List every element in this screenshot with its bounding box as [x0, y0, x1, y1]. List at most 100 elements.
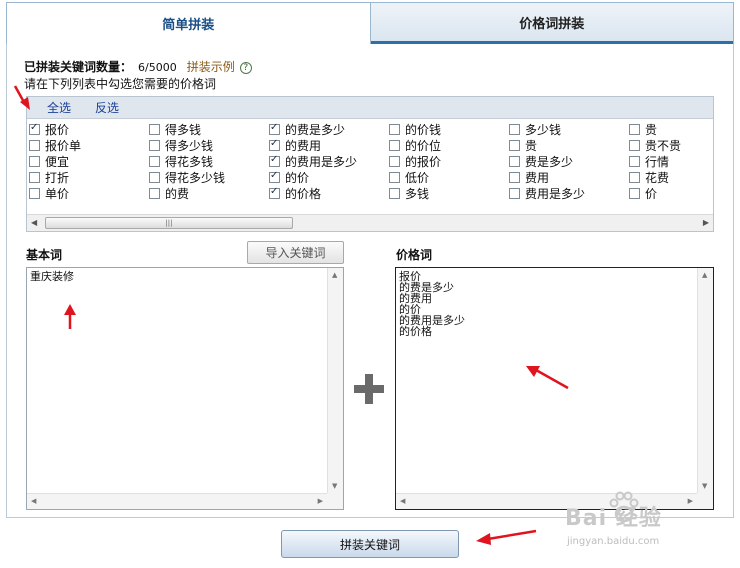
checkbox-unchecked[interactable] [509, 123, 520, 135]
checkbox-label: 的费用 [285, 138, 322, 153]
checkbox-unchecked[interactable] [389, 123, 400, 135]
price-word-checkbox-item[interactable]: 贵 [509, 137, 537, 153]
base-words-horizontal-scrollbar[interactable]: ◀ ▶ [27, 493, 327, 509]
price-word-checkbox-item[interactable]: 的费用是多少 [269, 153, 357, 169]
price-word-checkbox-item[interactable]: 的价格 [269, 185, 321, 201]
base-words-vertical-scrollbar[interactable]: ▲ ▼ [327, 268, 343, 493]
price-word-checkbox-item[interactable]: 行情 [629, 153, 669, 169]
checkbox-unchecked[interactable] [389, 155, 400, 167]
import-keywords-button[interactable]: 导入关键词 [247, 241, 344, 264]
scroll-down-icon[interactable]: ▼ [332, 482, 337, 490]
assembly-example-link[interactable]: 拼装示例 [187, 60, 235, 74]
checkbox-unchecked[interactable] [509, 171, 520, 183]
price-word-checkbox-item[interactable]: 的价位 [389, 137, 441, 153]
scroll-right-icon[interactable]: ▶ [703, 218, 709, 227]
invert-selection-link[interactable]: 反选 [95, 99, 119, 116]
instruction-text: 请在下列列表中勾选您需要的价格词 [24, 77, 217, 91]
checkbox-checked[interactable] [29, 122, 40, 135]
price-word-checkbox-item[interactable]: 打折 [29, 169, 69, 185]
price-word-checkbox-item[interactable]: 的报价 [389, 153, 441, 169]
price-word-checkbox-item[interactable]: 便宜 [29, 153, 69, 169]
checkbox-checked[interactable] [269, 186, 280, 199]
scrollbar-thumb[interactable]: ||| [45, 217, 293, 229]
checkbox-unchecked[interactable] [629, 171, 640, 183]
list-horizontal-scrollbar[interactable]: ◀ ||| ▶ [27, 214, 713, 231]
price-word-checkbox-item[interactable]: 多钱 [389, 185, 429, 201]
price-word-checkbox-item[interactable]: 价 [629, 185, 657, 201]
scroll-left-icon[interactable]: ◀ [31, 218, 37, 227]
select-all-link[interactable]: 全选 [47, 99, 71, 116]
tab-price-word-assembly[interactable]: 价格词拼装 [370, 3, 733, 44]
checkbox-unchecked[interactable] [29, 187, 40, 199]
price-word-checkbox-item[interactable]: 多少钱 [509, 121, 561, 137]
list-header: 全选 反选 [27, 97, 713, 119]
checkbox-unchecked[interactable] [629, 123, 640, 135]
checkbox-label: 行情 [645, 154, 670, 169]
keyword-count-label: 已拼装关键词数量： [24, 60, 133, 74]
checkbox-checked[interactable] [269, 154, 280, 167]
price-word-checkbox-item[interactable]: 得花多钱 [149, 153, 213, 169]
price-word-checkbox-item[interactable]: 的费是多少 [269, 121, 345, 137]
checkbox-label: 价 [645, 186, 658, 201]
checkbox-checked[interactable] [269, 170, 280, 183]
price-word-checkbox-item[interactable]: 的价钱 [389, 121, 441, 137]
checkbox-unchecked[interactable] [149, 155, 160, 167]
checkbox-unchecked[interactable] [29, 171, 40, 183]
checkbox-unchecked[interactable] [389, 139, 400, 151]
checkbox-checked[interactable] [269, 138, 280, 151]
checkbox-unchecked[interactable] [509, 187, 520, 199]
price-word-checkbox-item[interactable]: 费用 [509, 169, 549, 185]
price-words-vertical-scrollbar[interactable]: ▲ ▼ [697, 268, 713, 493]
price-word-checkbox-item[interactable]: 单价 [29, 185, 69, 201]
assemble-keywords-button[interactable]: 拼装关键词 [281, 530, 459, 558]
checkbox-unchecked[interactable] [509, 139, 520, 151]
baidu-jingyan-watermark: Bai 经验 jingyan.baidu.com [565, 490, 735, 552]
price-word-checkbox-item[interactable]: 得多钱 [149, 121, 201, 137]
checkbox-unchecked[interactable] [509, 155, 520, 167]
checkbox-label: 的报价 [405, 154, 442, 169]
checkbox-label: 得多钱 [165, 122, 202, 137]
keyword-count-value: 6/5000 [138, 61, 177, 74]
price-word-checkbox-item[interactable]: 的费用 [269, 137, 321, 153]
scroll-up-icon[interactable]: ▲ [702, 271, 707, 279]
checkbox-unchecked[interactable] [149, 187, 160, 199]
checkbox-label: 贵 [645, 122, 658, 137]
scroll-left-icon[interactable]: ◀ [31, 497, 36, 505]
checkbox-label: 便宜 [45, 154, 70, 169]
price-word-checkbox-item[interactable]: 费是多少 [509, 153, 573, 169]
checkbox-unchecked[interactable] [29, 155, 40, 167]
tab-bar: 简单拼装 价格词拼装 [6, 2, 734, 44]
checkbox-unchecked[interactable] [149, 139, 160, 151]
price-word-checkbox-item[interactable]: 低价 [389, 169, 429, 185]
price-word-checkbox-item[interactable]: 费用是多少 [509, 185, 585, 201]
checkbox-label: 得多少钱 [165, 138, 214, 153]
checkbox-unchecked[interactable] [389, 187, 400, 199]
checkbox-label: 费用 [525, 170, 550, 185]
checkbox-label: 贵不贵 [645, 138, 682, 153]
price-word-checkbox-item[interactable]: 得多少钱 [149, 137, 213, 153]
checkbox-unchecked[interactable] [149, 123, 160, 135]
checkbox-checked[interactable] [269, 122, 280, 135]
scroll-right-icon[interactable]: ▶ [318, 497, 323, 505]
scroll-up-icon[interactable]: ▲ [332, 271, 337, 279]
tab-simple-assembly[interactable]: 简单拼装 [7, 3, 371, 44]
price-word-checkbox-item[interactable]: 贵不贵 [629, 137, 681, 153]
checkbox-unchecked[interactable] [629, 187, 640, 199]
scroll-left-icon[interactable]: ◀ [400, 497, 405, 505]
price-word-checkbox-item[interactable]: 的价 [269, 169, 309, 185]
price-words-text: 报价 的费是多少 的费用 的价 的费用是多少 的价格 [399, 270, 465, 338]
checkbox-unchecked[interactable] [149, 171, 160, 183]
price-word-grid: 报价报价单便宜打折单价 得多钱得多少钱得花多钱得花多少钱的费 的费是多少的费用的费用… [29, 121, 713, 209]
price-word-checkbox-item[interactable]: 花费 [629, 169, 669, 185]
price-word-checkbox-item[interactable]: 的费 [149, 185, 189, 201]
price-word-checkbox-item[interactable]: 得花多少钱 [149, 169, 225, 185]
scroll-down-icon[interactable]: ▼ [702, 482, 707, 490]
price-word-checkbox-item[interactable]: 报价单 [29, 137, 81, 153]
price-word-checkbox-item[interactable]: 报价 [29, 121, 69, 137]
price-word-checkbox-item[interactable]: 贵 [629, 121, 657, 137]
checkbox-unchecked[interactable] [629, 155, 640, 167]
question-mark-icon[interactable]: ? [239, 61, 252, 74]
checkbox-unchecked[interactable] [629, 139, 640, 151]
checkbox-unchecked[interactable] [29, 139, 40, 151]
checkbox-unchecked[interactable] [389, 171, 400, 183]
